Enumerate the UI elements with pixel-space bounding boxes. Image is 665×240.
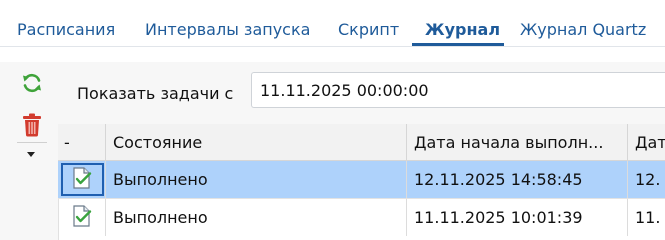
- tab-quartz-journal[interactable]: Журнал Quartz: [520, 20, 646, 39]
- start-date-field[interactable]: [251, 72, 665, 108]
- filter-label: Показать задачи с: [77, 84, 234, 103]
- row-next-date: 11.: [635, 208, 661, 227]
- column-header-next[interactable]: Дат: [628, 124, 665, 161]
- tab-schedules[interactable]: Расписания: [17, 20, 115, 39]
- row-status: Выполнено: [106, 199, 407, 236]
- tab-launch-intervals[interactable]: Интервалы запуска: [145, 20, 310, 39]
- tabs-divider: [0, 46, 665, 47]
- document-check-icon: [72, 166, 92, 193]
- table-header: - Состояние Дата начала выполн... Дат: [58, 124, 665, 161]
- row-start-date: 11.11.2025 10:01:39: [407, 199, 628, 236]
- column-header-icon[interactable]: -: [58, 124, 106, 161]
- filter-panel: Показать задачи с: [58, 62, 665, 124]
- journal-table: - Состояние Дата начала выполн... Дат Вы…: [58, 124, 665, 240]
- tab-script[interactable]: Скрипт: [338, 20, 399, 39]
- column-header-start-date[interactable]: Дата начала выполн...: [407, 124, 628, 161]
- row-next-date: 12.: [635, 170, 661, 189]
- row-start-date: 12.11.2025 14:58:45: [407, 161, 628, 198]
- table-row[interactable]: Выполнено 12.11.2025 14:58:45 12.: [58, 161, 665, 198]
- row-icon-cell: [58, 161, 106, 198]
- toolbar-separator: [17, 142, 47, 143]
- row-icon-cell: [58, 199, 106, 236]
- row-status: Выполнено: [106, 161, 407, 198]
- refresh-icon: [20, 71, 44, 99]
- table-row[interactable]: Выполнено 11.11.2025 10:01:39 11.: [58, 199, 665, 236]
- column-header-status[interactable]: Состояние: [106, 124, 407, 161]
- tab-journal[interactable]: Журнал: [425, 20, 500, 39]
- journal-toolbar: [0, 62, 59, 240]
- tab-bar: Расписания Интервалы запуска Скрипт Журн…: [0, 0, 665, 47]
- delete-button[interactable]: [17, 112, 47, 142]
- trash-icon: [21, 113, 43, 141]
- refresh-button[interactable]: [17, 70, 47, 100]
- document-check-icon: [72, 204, 92, 231]
- chevron-down-icon[interactable]: [27, 152, 35, 157]
